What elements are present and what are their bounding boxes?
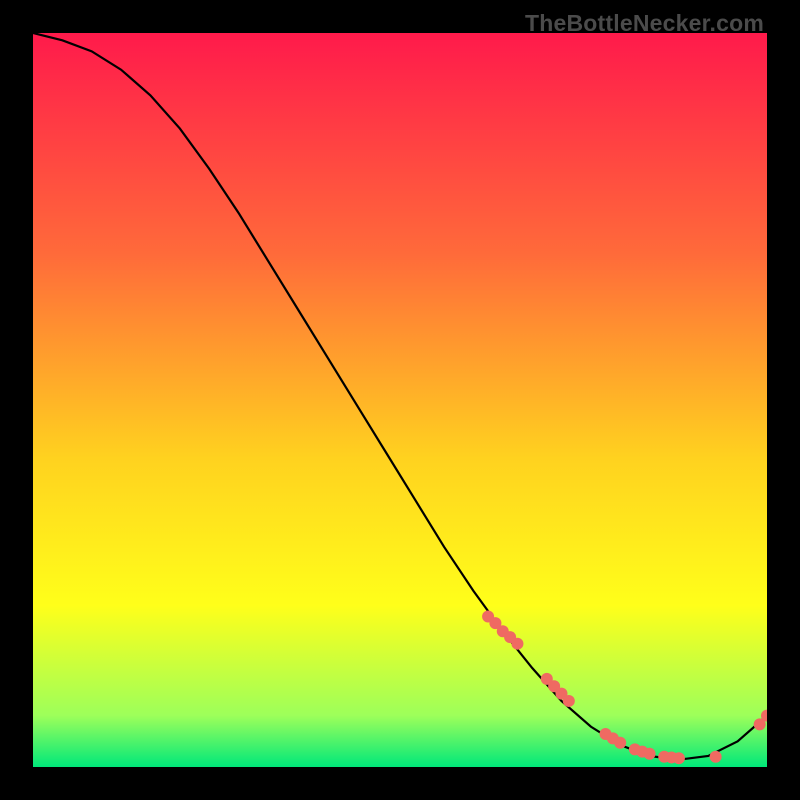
plot-svg bbox=[33, 33, 767, 767]
chart-stage: TheBottleNecker.com bbox=[0, 0, 800, 800]
watermark-text: TheBottleNecker.com bbox=[525, 10, 764, 37]
data-marker bbox=[511, 638, 523, 650]
data-marker bbox=[644, 748, 656, 760]
data-marker bbox=[563, 695, 575, 707]
data-marker bbox=[710, 751, 722, 763]
plot-area bbox=[33, 33, 767, 767]
gradient-background bbox=[33, 33, 767, 767]
data-marker bbox=[673, 752, 685, 764]
data-marker bbox=[614, 737, 626, 749]
